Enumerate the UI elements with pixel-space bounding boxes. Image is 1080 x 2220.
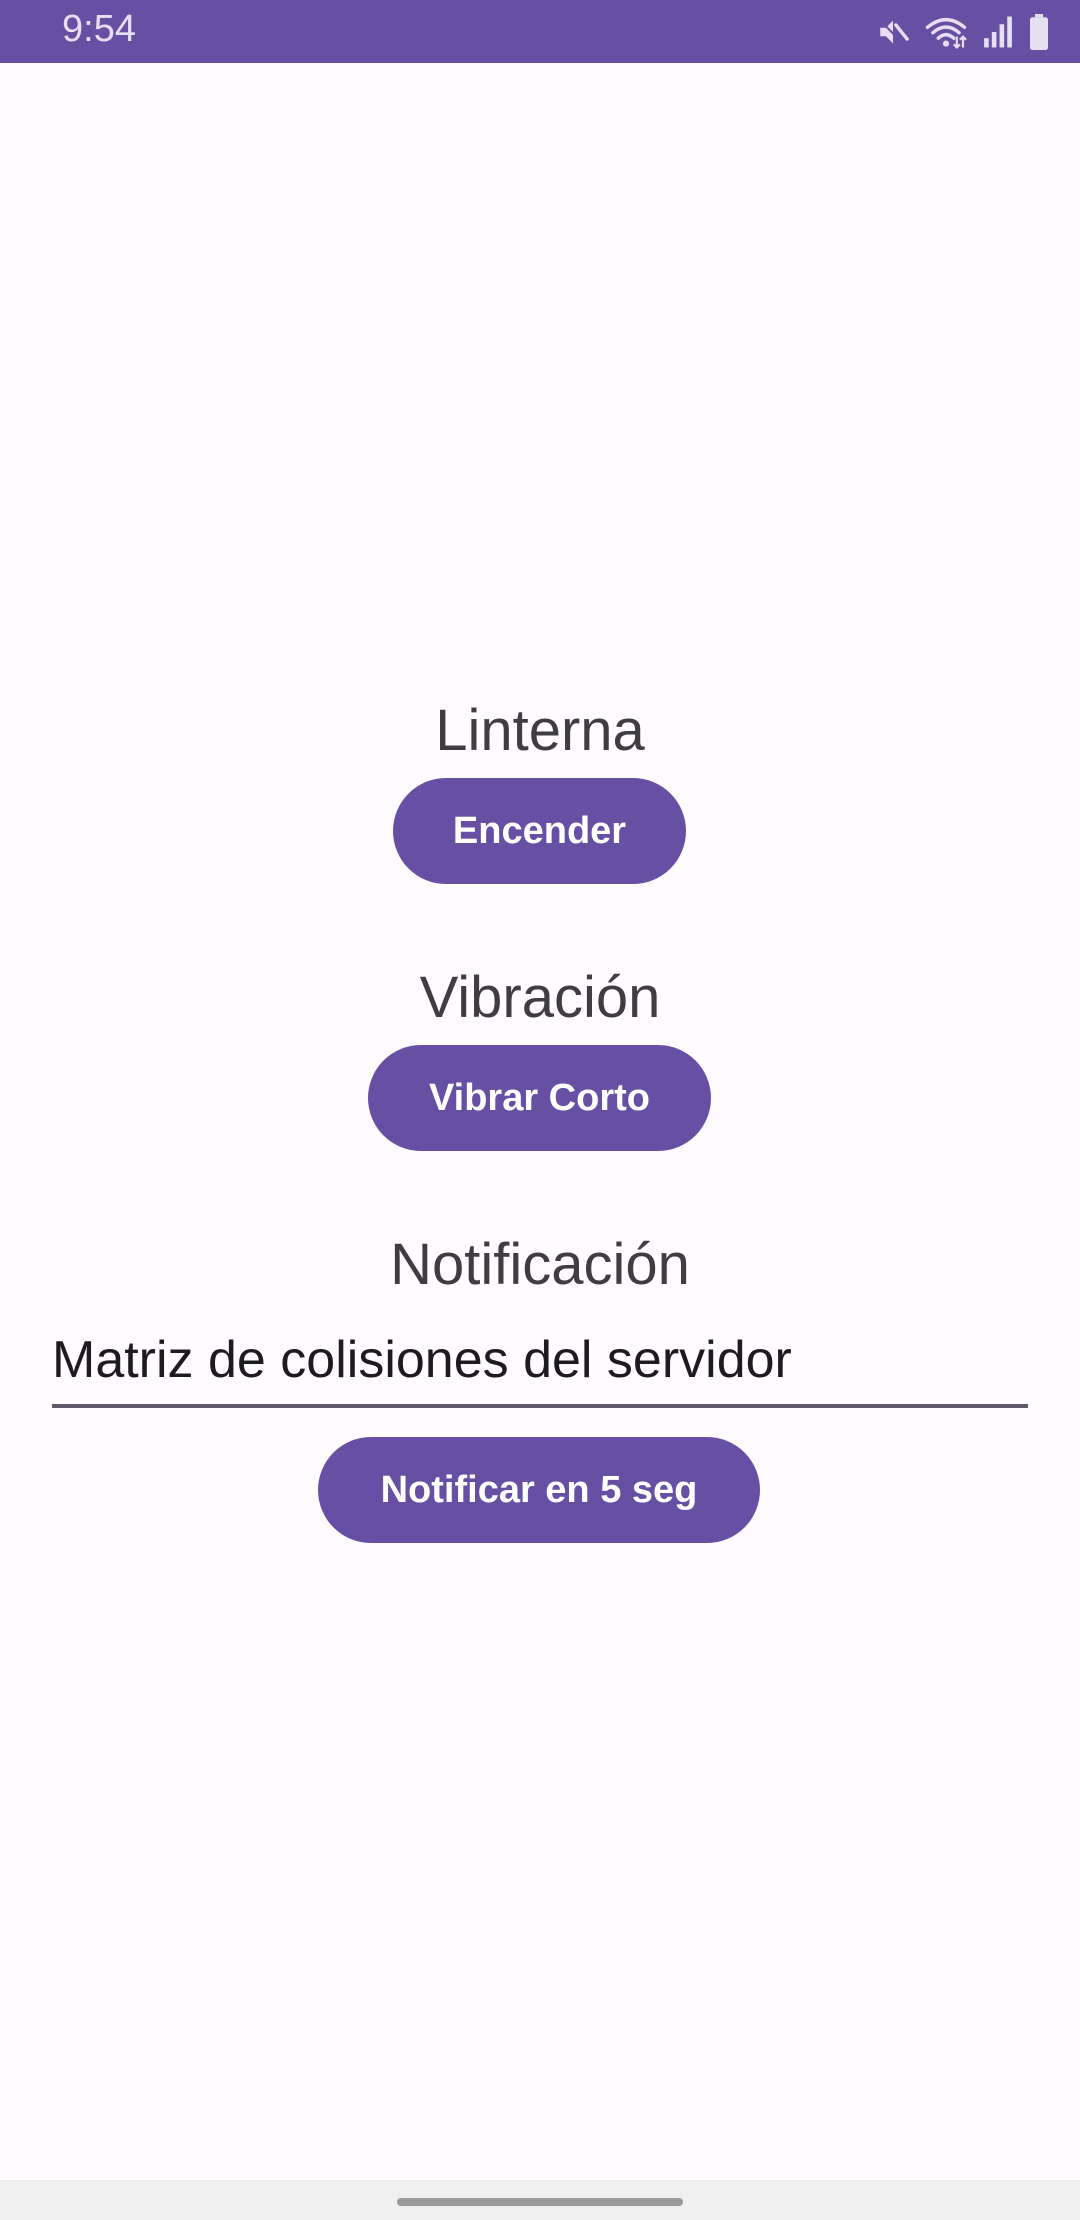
notification-title: Notificación (390, 1232, 690, 1297)
battery-icon (1028, 14, 1050, 50)
status-time: 9:54 (62, 8, 136, 50)
notification-text-field[interactable]: Matriz de colisiones del servidor (52, 1320, 1028, 1408)
status-icons (876, 12, 1050, 52)
notify-in-5-seconds-button[interactable]: Notificar en 5 seg (318, 1437, 760, 1543)
home-gesture-handle[interactable] (397, 2198, 683, 2206)
navigation-bar (0, 2180, 1080, 2220)
notification-input-value[interactable]: Matriz de colisiones del servidor (52, 1330, 792, 1390)
flashlight-on-button[interactable]: Encender (393, 778, 686, 884)
wifi-icon (924, 15, 968, 49)
flashlight-title: Linterna (435, 698, 645, 763)
signal-icon (982, 15, 1014, 49)
mute-icon (876, 15, 910, 49)
vibrate-short-button[interactable]: Vibrar Corto (368, 1045, 711, 1151)
vibration-title: Vibración (419, 965, 661, 1030)
status-bar: 9:54 (0, 0, 1080, 63)
